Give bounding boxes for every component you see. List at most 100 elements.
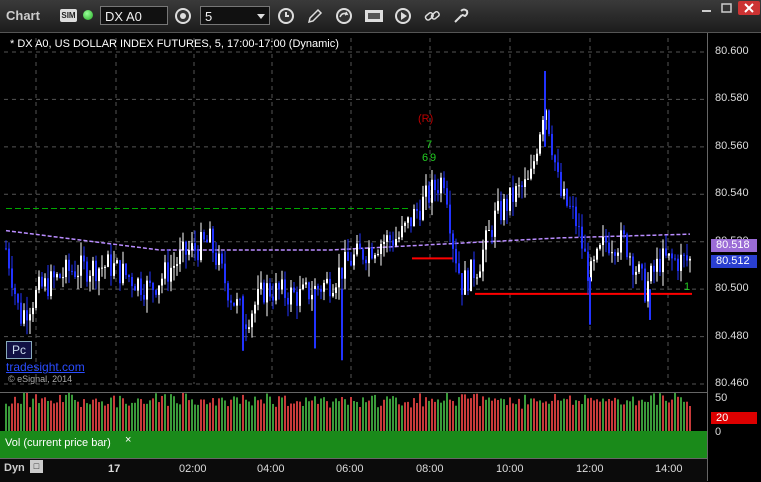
- price-candle: [5, 248, 7, 250]
- volume-bar: [41, 398, 43, 431]
- maximize-button[interactable]: [717, 1, 737, 15]
- volume-bar: [389, 398, 391, 431]
- price-candle: [503, 198, 505, 221]
- price-candle: [626, 234, 628, 258]
- price-candle: [200, 232, 202, 261]
- price-candle: [605, 236, 607, 243]
- lock-icon[interactable]: □: [30, 460, 43, 473]
- price-candle: [398, 237, 400, 240]
- volume-bar: [23, 393, 25, 431]
- volume-close-button[interactable]: ×: [125, 434, 131, 446]
- volume-bar: [452, 400, 454, 431]
- price-tick-label: 80.560: [715, 139, 749, 152]
- volume-bar: [617, 399, 619, 431]
- volume-bar: [92, 399, 94, 431]
- volume-bar: [671, 399, 673, 431]
- volume-bar: [308, 401, 310, 431]
- price-candle: [65, 259, 67, 278]
- price-candle: [134, 286, 136, 291]
- price-candle: [53, 271, 55, 278]
- volume-bar: [176, 403, 178, 431]
- volume-bar: [299, 401, 301, 431]
- volume-bar: [146, 403, 148, 431]
- interval-settings-button[interactable]: [172, 5, 194, 27]
- time-tick-label: 14:00: [655, 463, 683, 475]
- pc-button[interactable]: Pc: [6, 341, 32, 359]
- draw-tool-button[interactable]: [304, 5, 326, 27]
- price-candle: [182, 241, 184, 251]
- price-candle: [77, 275, 79, 278]
- volume-bar: [620, 404, 622, 431]
- volume-bar: [503, 399, 505, 431]
- price-candle: [323, 282, 325, 292]
- volume-tick-max: 50: [715, 392, 728, 404]
- volume-bar: [521, 408, 523, 431]
- symbol-input[interactable]: DX A0: [100, 6, 168, 25]
- volume-bar: [131, 402, 133, 431]
- brand-link[interactable]: tradesight.com: [6, 360, 85, 374]
- volume-bar: [95, 398, 97, 431]
- price-candle: [269, 283, 271, 297]
- price-tick-label: 80.460: [715, 377, 749, 389]
- price-candle: [383, 241, 385, 244]
- interval-select[interactable]: 5: [200, 6, 270, 25]
- price-candle: [125, 263, 127, 276]
- pane-divider[interactable]: [0, 392, 707, 393]
- price-candle: [23, 310, 25, 324]
- price-candle: [224, 263, 226, 284]
- refresh-button[interactable]: [333, 5, 355, 27]
- volume-bar: [80, 406, 82, 431]
- volume-bar: [218, 398, 220, 431]
- price-candle: [197, 250, 199, 261]
- price-candle: [326, 278, 328, 283]
- price-candle: [317, 285, 319, 289]
- price-candle: [458, 263, 460, 274]
- price-tick-label: 80.600: [715, 45, 749, 57]
- link-button[interactable]: [421, 5, 443, 27]
- price-candle: [686, 255, 688, 261]
- price-candle: [602, 236, 604, 246]
- price-candle: [509, 187, 511, 211]
- dyn-label: Dyn: [4, 462, 25, 474]
- price-candle: [26, 310, 28, 321]
- time-template-button[interactable]: [275, 5, 297, 27]
- price-candle: [206, 239, 208, 243]
- volume-bar: [656, 404, 658, 431]
- price-candle: [497, 201, 499, 211]
- play-button[interactable]: [392, 5, 414, 27]
- volume-bar: [293, 403, 295, 431]
- price-candle: [644, 268, 646, 302]
- last-price-label-upper: 80.518: [711, 239, 757, 252]
- volume-bar: [287, 405, 289, 431]
- price-tick-label: 80.500: [715, 282, 749, 295]
- volume-bar: [155, 393, 157, 431]
- volume-bar: [437, 399, 439, 431]
- price-chart[interactable]: (R) 76 9 1: [0, 33, 761, 392]
- price-candle: [527, 178, 529, 180]
- volume-bar: [569, 395, 571, 431]
- minimize-button[interactable]: [697, 1, 717, 15]
- volume-bar: [470, 398, 472, 431]
- volume-bar: [392, 396, 394, 431]
- volume-bar: [419, 393, 421, 431]
- close-button[interactable]: [738, 1, 760, 15]
- price-candle: [308, 282, 310, 300]
- volume-bar: [278, 396, 280, 431]
- price-candle: [374, 255, 376, 259]
- time-tick-label: 02:00: [179, 463, 207, 475]
- tools-button[interactable]: [450, 5, 472, 27]
- volume-bar: [395, 397, 397, 431]
- volume-bar: [20, 403, 22, 431]
- volume-bar: [17, 403, 19, 431]
- price-candle: [437, 190, 439, 194]
- volume-bar: [584, 394, 586, 431]
- price-candle: [302, 284, 304, 290]
- volume-bar: [662, 395, 664, 431]
- refresh-icon: [336, 8, 352, 24]
- volume-bar: [497, 400, 499, 431]
- get-data-button[interactable]: [363, 5, 385, 27]
- volume-bar: [44, 397, 46, 431]
- price-candle: [596, 248, 598, 260]
- volume-bar: [47, 400, 49, 431]
- volume-bar: [329, 407, 331, 431]
